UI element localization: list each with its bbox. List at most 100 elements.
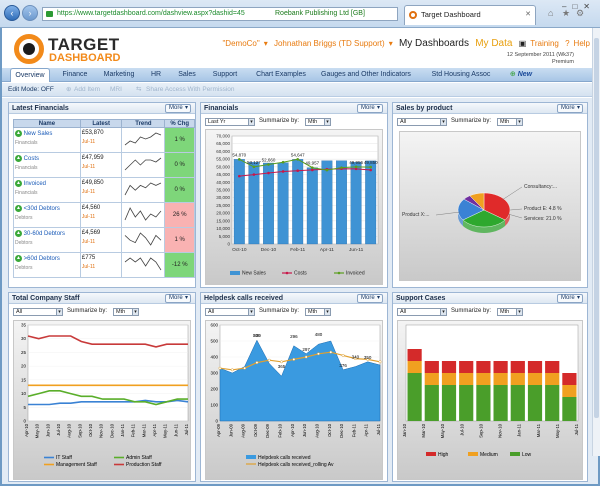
metric-category: Debtors [15, 215, 33, 222]
table-row[interactable]: ▲ <30d Debtors Debtors £4,560 Jul-11 26 % [13, 202, 195, 228]
stacked-bar-segment [407, 361, 422, 373]
latest-cell: £4,569 Jul-11 [79, 227, 123, 253]
metric-name[interactable]: Invoiced [24, 181, 46, 187]
more-button[interactable]: More [165, 104, 191, 113]
stacked-bar-segment [527, 385, 543, 421]
filter-select[interactable]: All ▾ [397, 308, 447, 316]
x-tick-label: Jul-11 [184, 423, 189, 435]
summarize-select[interactable]: Mth ▾ [497, 308, 523, 316]
tab-new[interactable]: ⊕ New [506, 68, 536, 82]
chevron-down-icon: ▾ [516, 119, 522, 125]
col-header[interactable]: Name [13, 119, 81, 128]
forward-icon[interactable]: › [22, 5, 38, 21]
table-row[interactable]: ▲ Invoiced Financials £49,850 Jul-11 0 % [13, 177, 195, 203]
scrollbar[interactable] [592, 28, 600, 456]
tab-marketing[interactable]: Marketing [98, 68, 140, 82]
metric-name[interactable]: New Sales [24, 131, 53, 137]
favorites-icon[interactable]: ★ [562, 8, 570, 19]
summarize-label: Summarize by: [67, 308, 108, 314]
x-tick-label: Oct-10 [232, 247, 247, 253]
metric-name[interactable]: <30d Debtors [24, 206, 60, 212]
metric-name[interactable]: >60d Debtors [24, 256, 60, 262]
more-button[interactable]: More [557, 294, 583, 303]
tab-sales[interactable]: Sales [172, 68, 202, 82]
stacked-bar-segment [527, 373, 543, 385]
edit-mode-toggle[interactable]: Edit Mode: OFF [8, 83, 54, 97]
stacked-bar-segment [510, 361, 525, 373]
stacked-bar-segment [476, 373, 491, 385]
summarize-select[interactable]: Mth ▾ [497, 118, 523, 126]
filter-select[interactable]: All ▾ [13, 308, 63, 316]
table-row[interactable]: ▲ New Sales Financials £53,870 Jul-11 1 % [13, 127, 195, 153]
mru-button[interactable]: MRI [110, 83, 122, 97]
my-dashboards-link[interactable]: My Dashboards [399, 38, 469, 49]
browser-tab[interactable]: Target Dashboard ✕ [404, 5, 536, 25]
bar [306, 167, 318, 245]
col-header[interactable]: Latest [79, 119, 123, 128]
summarize-select[interactable]: Mth ▾ [113, 308, 139, 316]
metric-name[interactable]: Costs [24, 156, 39, 162]
period-select[interactable]: Last Yr ▾ [205, 118, 255, 126]
tab-hr[interactable]: HR [144, 68, 168, 82]
more-button[interactable]: More [165, 294, 191, 303]
chevron-down-icon[interactable]: ▾ [389, 39, 393, 48]
y-tick-label: 45,000 [216, 172, 230, 177]
y-tick-label: 0 [227, 242, 230, 247]
filter-select[interactable]: All ▾ [397, 118, 447, 126]
data-label: 54,647 [291, 152, 305, 157]
tools-icon[interactable]: ⚙ [576, 8, 584, 19]
header-links: "DemoCo" ▾ Johnathan Briggs (TD Support) ▾… [218, 38, 590, 49]
summarize-select[interactable]: Mth ▾ [305, 308, 331, 316]
table-row[interactable]: ▲ 30-60d Debtors Debtors £4,569 Jul-11 1 % [13, 227, 195, 253]
stacked-bar-segment [424, 385, 439, 421]
back-icon[interactable]: ‹ [4, 5, 20, 21]
stacked-bar-segment [545, 361, 560, 373]
filter-select[interactable]: All ▾ [205, 308, 255, 316]
tab-std-housing[interactable]: Std Housing Assoc Metrics [420, 68, 502, 92]
more-button[interactable]: More [357, 294, 383, 303]
table-row[interactable]: ▲ >60d Debtors Debtors £775 Jul-11 -12 % [13, 252, 195, 278]
x-tick-label: Jan-10 [402, 423, 407, 437]
user-menu[interactable]: Johnathan Briggs (TD Support) [274, 39, 385, 48]
add-item-button[interactable]: Add Item [74, 83, 100, 97]
col-header[interactable]: % Chg [164, 119, 195, 128]
share-button[interactable]: Share Access With Permission [146, 83, 235, 97]
data-point [267, 163, 270, 166]
tab-chart-examples[interactable]: Chart Examples [250, 68, 312, 82]
address-bar[interactable]: https://www.targetdashboard.com/dashview… [42, 7, 398, 21]
sparkline-path [125, 157, 162, 171]
more-button[interactable]: More [557, 104, 583, 113]
table-row[interactable]: ▲ Costs Financials £47,959 Jul-11 0 % [13, 152, 195, 178]
sparkline [125, 207, 162, 221]
summarize-value: Mth [308, 119, 318, 125]
current-date: 12 September 2011 (Wk37) [506, 52, 574, 58]
data-point [341, 353, 345, 357]
more-button[interactable]: More [357, 104, 383, 113]
chevron-down-icon[interactable]: ▾ [264, 39, 268, 48]
metric-name[interactable]: 30-60d Debtors [24, 231, 65, 237]
help-link[interactable]: Help [574, 39, 590, 48]
my-data-link[interactable]: My Data [475, 38, 512, 49]
stacked-bar-segment [441, 373, 457, 385]
date-info: 12 September 2011 (Wk37) Premium [507, 52, 574, 66]
company-select[interactable]: "DemoCo" [222, 39, 259, 48]
data-point [296, 169, 299, 173]
data-point [340, 166, 343, 169]
tab-finance[interactable]: Finance [56, 68, 94, 82]
legend-swatch [468, 452, 478, 456]
legend-label: Invoiced [346, 271, 365, 277]
close-tab-icon[interactable]: ✕ [525, 6, 531, 24]
tab-overview[interactable]: Overview [10, 68, 50, 82]
tab-gauges[interactable]: Gauges and Other Indicators [316, 68, 416, 82]
col-header[interactable]: Trend [121, 119, 166, 128]
tab-support[interactable]: Support [206, 68, 244, 82]
latest-cell: £775 Jul-11 [79, 252, 123, 278]
home-icon[interactable]: ⌂ [548, 8, 553, 18]
lock-icon [46, 11, 53, 17]
slice-label: Consultancy:... [524, 184, 557, 190]
bar [365, 160, 377, 245]
training-link[interactable]: Training [530, 39, 559, 48]
summarize-select[interactable]: Mth ▾ [305, 118, 331, 126]
scrollbar-thumb[interactable] [594, 38, 599, 418]
x-tick-label: Apr-10 [24, 423, 29, 437]
